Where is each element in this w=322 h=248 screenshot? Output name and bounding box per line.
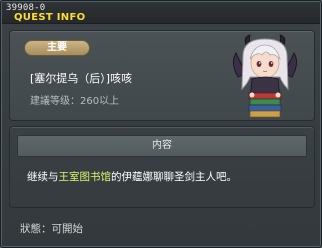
quest-content-panel: 内容 继续与王室图书馆的伊蘊娜聊聊圣剑主人吧。	[9, 126, 315, 208]
quest-status: 狀態：可開始	[20, 223, 83, 235]
quest-name: [塞尔提乌（后）]咳咳	[30, 72, 133, 85]
quest-summary-panel: 主要 [塞尔提乌（后）]咳咳 建議等级：260以上	[9, 30, 315, 121]
description-text-start: 继续与	[27, 171, 59, 183]
npc-portrait-icon	[232, 34, 298, 118]
recommended-level: 建議等级：260以上	[30, 96, 120, 107]
quest-category-badge: 主要	[24, 40, 90, 56]
quest-info-window: 39908-0 QUEST INFO 主要 [塞尔提乌（后）]咳咳 建議等级：2…	[0, 0, 322, 248]
content-header: 内容	[17, 135, 307, 157]
title-bar[interactable]: 39908-0 QUEST INFO	[2, 2, 320, 24]
location-link[interactable]: 王室图书馆	[59, 171, 112, 183]
quest-description: 继续与王室图书馆的伊蘊娜聊聊圣剑主人吧。	[27, 169, 237, 184]
description-text-end: 的伊蘊娜聊聊圣剑主人吧。	[111, 171, 237, 183]
window-title: QUEST INFO	[14, 12, 86, 23]
